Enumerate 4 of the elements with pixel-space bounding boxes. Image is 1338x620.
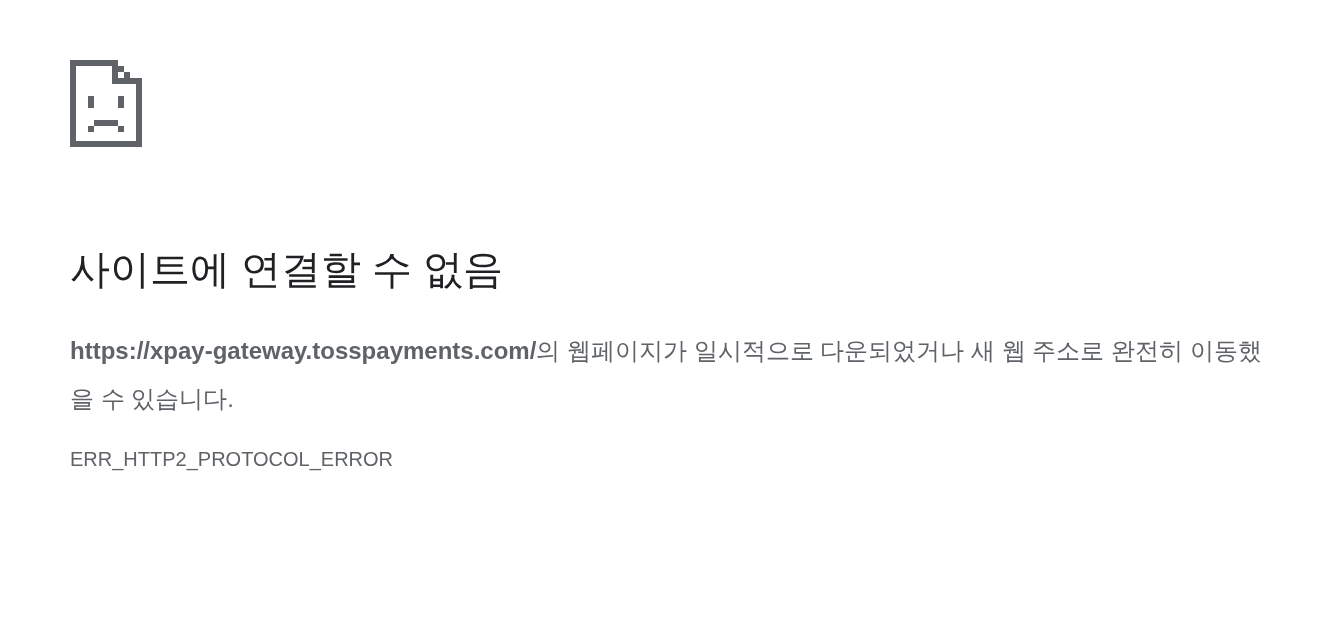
sad-page-icon <box>70 60 142 147</box>
error-code: ERR_HTTP2_PROTOCOL_ERROR <box>70 447 394 473</box>
error-title: 사이트에 연결할 수 없음 <box>70 246 504 293</box>
error-message: https://xpay-gateway.tosspayments.com/의 웹페이지가 일시적으로 다운되었거나 새 웹 주소로 완전히 이동했을 수 있습니다. <box>70 336 1263 414</box>
